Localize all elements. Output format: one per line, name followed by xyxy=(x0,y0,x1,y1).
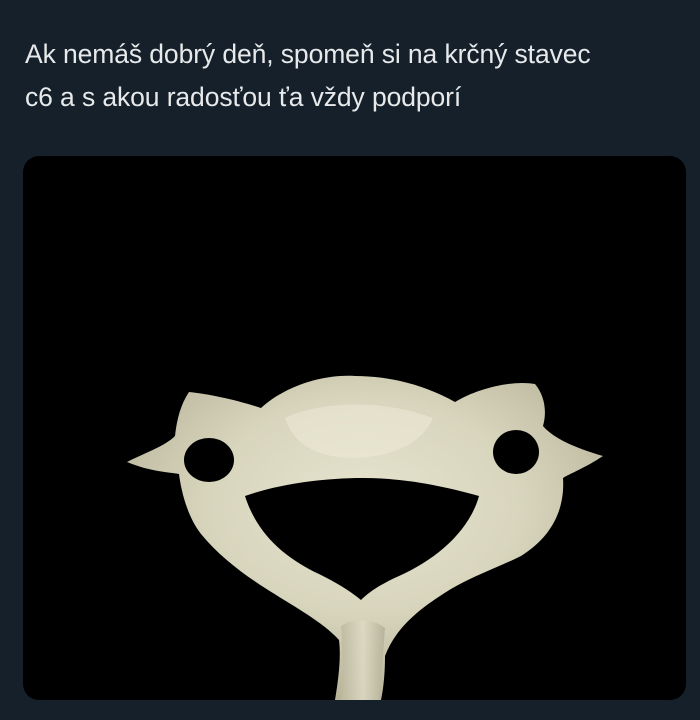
vertebra-c6-icon xyxy=(127,375,603,700)
tweet-text-line-1: Ak nemáš dobrý deň, spomeň si na krčný s… xyxy=(25,39,591,69)
tweet-text: Ak nemáš dobrý deň, spomeň si na krčný s… xyxy=(25,33,685,119)
tweet-media-image[interactable] xyxy=(23,156,686,700)
tweet-text-line-2: c6 a s akou radosťou ťa vždy podporí xyxy=(25,82,462,112)
tweet: Ak nemáš dobrý deň, spomeň si na krčný s… xyxy=(0,0,700,720)
